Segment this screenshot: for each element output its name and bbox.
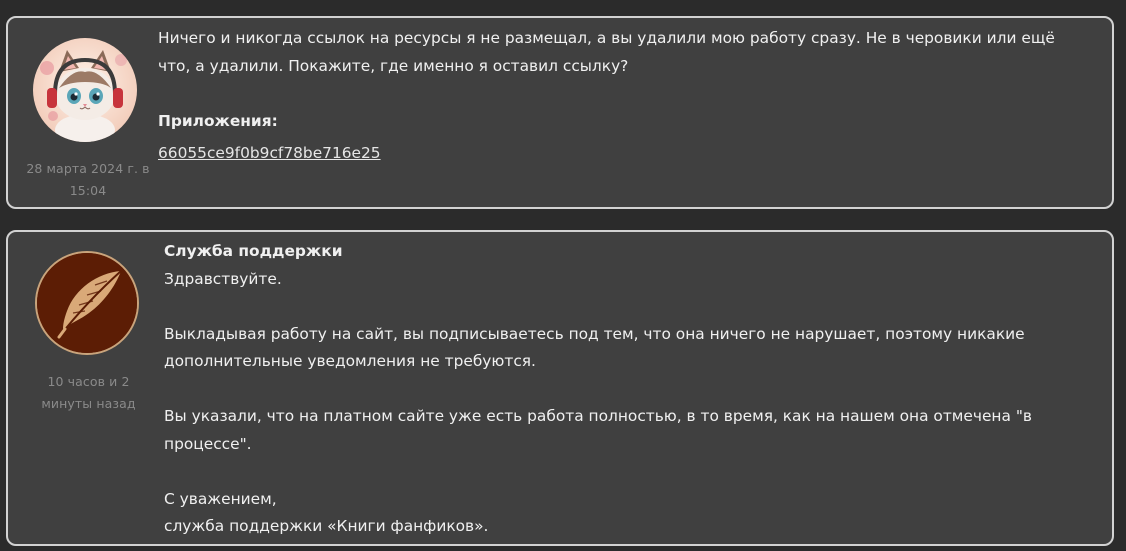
- user-avatar[interactable]: [33, 38, 137, 142]
- date-line-2: минуты назад: [41, 396, 136, 411]
- date-line-1: 28 марта 2024 г. в: [26, 161, 150, 176]
- message-date: 28 марта 2024 г. в 15:04: [16, 158, 160, 202]
- support-avatar[interactable]: [35, 251, 139, 355]
- signature-line-2: служба поддержки «Книги фанфиков».: [164, 517, 489, 535]
- signature-line-1: С уважением,: [164, 489, 277, 508]
- paragraph-1: Выкладывая работу на сайт, вы подписывае…: [164, 324, 1025, 371]
- message-thread: 28 марта 2024 г. в 15:04 Ничего и никогд…: [0, 0, 1126, 551]
- kitten-avatar-icon: [33, 38, 137, 142]
- author-name: Служба поддержки: [164, 242, 343, 260]
- user-message: 28 марта 2024 г. в 15:04 Ничего и никогд…: [6, 16, 1114, 209]
- support-message: 10 часов и 2 минуты назад Служба поддерж…: [6, 230, 1114, 546]
- message-text-line-1: Ничего и никогда ссылок на ресурсы я не …: [158, 29, 1055, 47]
- feather-icon: [37, 253, 137, 353]
- attachment-link[interactable]: 66055ce9f0b9cf78be716e25: [158, 144, 381, 162]
- message-date: 10 часов и 2 минуты назад: [26, 371, 151, 415]
- date-line-1: 10 часов и 2: [47, 374, 130, 389]
- greeting-text: Здравствуйте.: [164, 269, 282, 288]
- message-text-line-2: что, а удалили. Покажите, где именно я о…: [158, 56, 629, 75]
- attachments-label: Приложения:: [158, 111, 278, 130]
- message-body: Ничего и никогда ссылок на ресурсы я не …: [158, 25, 1103, 168]
- date-line-2: 15:04: [69, 183, 107, 198]
- paragraph-2: Вы указали, что на платном сайте уже ест…: [164, 407, 1032, 453]
- message-body: Служба поддержки Здравствуйте. Выкладыва…: [164, 238, 1104, 541]
